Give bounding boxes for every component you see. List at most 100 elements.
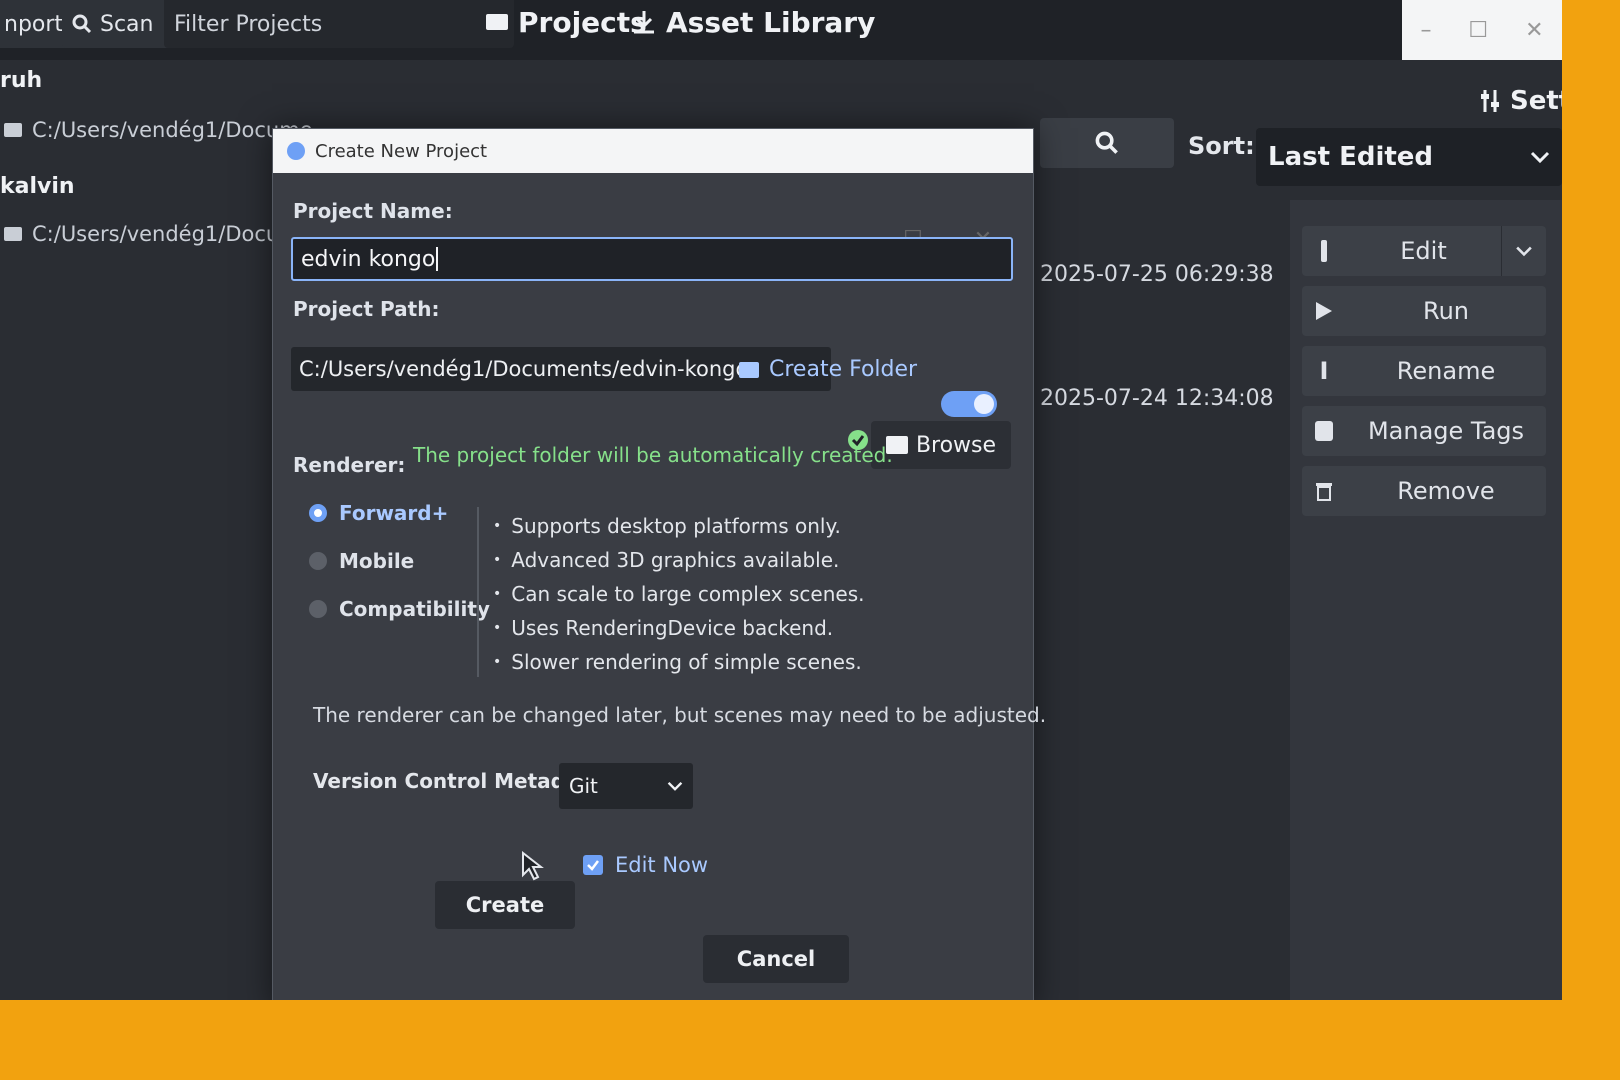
project-date: 2025-07-24 12:34:08 (1040, 386, 1274, 411)
text-cursor-icon: I (1319, 357, 1329, 385)
sort-value: Last Edited (1268, 142, 1434, 172)
import-button[interactable]: nport (0, 0, 70, 48)
radio-selected-indicator (309, 504, 327, 522)
create-project-dialog: Create New Project – ☐ ✕ Project Name: e… (272, 128, 1046, 1000)
project-path-row: C:/Users/vendég1/Docume (4, 118, 313, 142)
renderer-compatibility-radio[interactable]: Compatibility (309, 597, 490, 621)
list-item: Supports desktop platforms only. (493, 509, 864, 543)
folder-icon (4, 123, 22, 137)
projects-tab-icon (486, 14, 508, 30)
settings-button[interactable]: Settings (1478, 86, 1562, 116)
text-caret (436, 247, 439, 271)
close-icon[interactable]: ✕ (1525, 18, 1543, 43)
edit-label: Edit (1400, 237, 1447, 265)
scan-button[interactable]: Scan (62, 0, 178, 48)
window-controls: – ☐ ✕ (1402, 0, 1562, 60)
list-item: Uses RenderingDevice backend. (493, 611, 864, 645)
sort-label: Sort: (1188, 132, 1255, 160)
edit-button[interactable]: Edit (1302, 226, 1546, 276)
asset-library-tab-label: Asset Library (666, 5, 876, 39)
project-path: C:/Users/vendég1/Docume (32, 118, 313, 142)
folder-icon (4, 227, 22, 241)
create-folder-toggle-label[interactable]: Create Folder (739, 357, 917, 382)
rename-label: Rename (1396, 357, 1496, 385)
search-icon (72, 14, 92, 34)
project-date: 2025-07-25 06:29:38 (1040, 262, 1274, 287)
sort-select[interactable]: Last Edited (1256, 128, 1562, 186)
run-label: Run (1422, 297, 1470, 325)
project-manager-window: nport Scan Filter Projects Projects Asse… (0, 0, 1562, 1000)
list-item: Slower rendering of simple scenes. (493, 645, 864, 679)
mouse-cursor-icon (522, 851, 544, 881)
tab-asset-library[interactable]: Asset Library (632, 0, 875, 44)
maximize-icon[interactable]: ☐ (1468, 18, 1488, 43)
trash-icon (1302, 481, 1346, 501)
settings-label: Settings (1510, 86, 1562, 116)
project-name-input[interactable]: edvin kongo (291, 237, 1013, 281)
chevron-down-icon (1516, 246, 1532, 257)
project-path-label: Project Path: (293, 297, 440, 321)
chevron-down-icon (667, 781, 683, 791)
divider (477, 507, 479, 677)
tab-projects[interactable]: Projects (486, 0, 647, 44)
create-folder-label: Create Folder (769, 357, 918, 382)
create-folder-toggle[interactable] (941, 391, 997, 417)
renderer-option-label: Compatibility (339, 597, 490, 621)
project-name[interactable]: ruh (0, 68, 42, 93)
project-path: C:/Users/vendég1/Docume (32, 222, 313, 246)
top-bar: nport Scan Filter Projects Projects Asse… (0, 0, 1562, 60)
remove-label: Remove (1397, 477, 1495, 505)
toggle-knob (974, 394, 994, 414)
checkbox-checked-icon (583, 855, 603, 875)
project-actions-panel: Edit Run I Rename Manage Tags Remove (1290, 200, 1562, 1000)
project-path-value: C:/Users/vendég1/Documents/edvin-kongo (299, 357, 749, 381)
manage-tags-label: Manage Tags (1367, 417, 1525, 445)
cancel-button[interactable]: Cancel (703, 935, 849, 983)
browse-label: Browse (915, 432, 997, 458)
radio-indicator (309, 600, 327, 618)
projects-tab-label: Projects (518, 5, 647, 39)
minimize-icon[interactable]: – (1420, 18, 1431, 43)
dialog-title-bar: Create New Project (273, 129, 1033, 173)
renderer-label: Renderer: (293, 453, 406, 477)
radio-indicator (309, 552, 327, 570)
create-button[interactable]: Create (435, 881, 575, 929)
search-button[interactable] (1040, 118, 1174, 168)
version-control-select[interactable]: Git (559, 763, 693, 809)
edit-dropdown-button[interactable] (1501, 226, 1546, 276)
path-status-message: The project folder will be automatically… (413, 443, 893, 467)
project-name-label: Project Name: (293, 199, 453, 223)
search-icon (1095, 131, 1118, 154)
cancel-label: Cancel (736, 947, 816, 971)
project-name-value: edvin kongo (301, 246, 436, 272)
renderer-option-label: Forward+ (339, 501, 449, 525)
renderer-option-label: Mobile (339, 549, 415, 573)
edit-now-label: Edit Now (615, 853, 709, 877)
filter-projects-input[interactable]: Filter Projects (164, 0, 514, 48)
godot-logo-icon (287, 142, 305, 160)
run-button[interactable]: Run (1302, 286, 1546, 336)
pencil-icon (1302, 240, 1346, 262)
edit-now-checkbox[interactable]: Edit Now (583, 853, 708, 877)
create-label: Create (465, 893, 545, 917)
manage-tags-button[interactable]: Manage Tags (1302, 406, 1546, 456)
renderer-feature-list: Supports desktop platforms only. Advance… (493, 509, 864, 679)
tag-icon (1302, 421, 1346, 441)
import-label: nport (4, 11, 64, 37)
project-name[interactable]: kalvin (0, 174, 75, 199)
create-folder-icon (739, 361, 759, 378)
rename-button[interactable]: I Rename (1302, 346, 1546, 396)
list-item: Advanced 3D graphics available. (493, 543, 864, 577)
chevron-down-icon (1530, 151, 1550, 164)
list-item: Can scale to large complex scenes. (493, 577, 864, 611)
version-control-value: Git (569, 774, 598, 798)
project-path-row: C:/Users/vendég1/Docume (4, 222, 313, 246)
download-icon (634, 11, 654, 34)
renderer-mobile-radio[interactable]: Mobile (309, 549, 414, 573)
project-list: ruh C:/Users/vendég1/Docume kalvin C:/Us… (0, 62, 313, 362)
remove-button[interactable]: Remove (1302, 466, 1546, 516)
renderer-forward-plus-radio[interactable]: Forward+ (309, 501, 448, 525)
scan-label: Scan (100, 11, 154, 37)
dialog-title: Create New Project (315, 140, 488, 162)
settings-icon (1481, 90, 1499, 112)
